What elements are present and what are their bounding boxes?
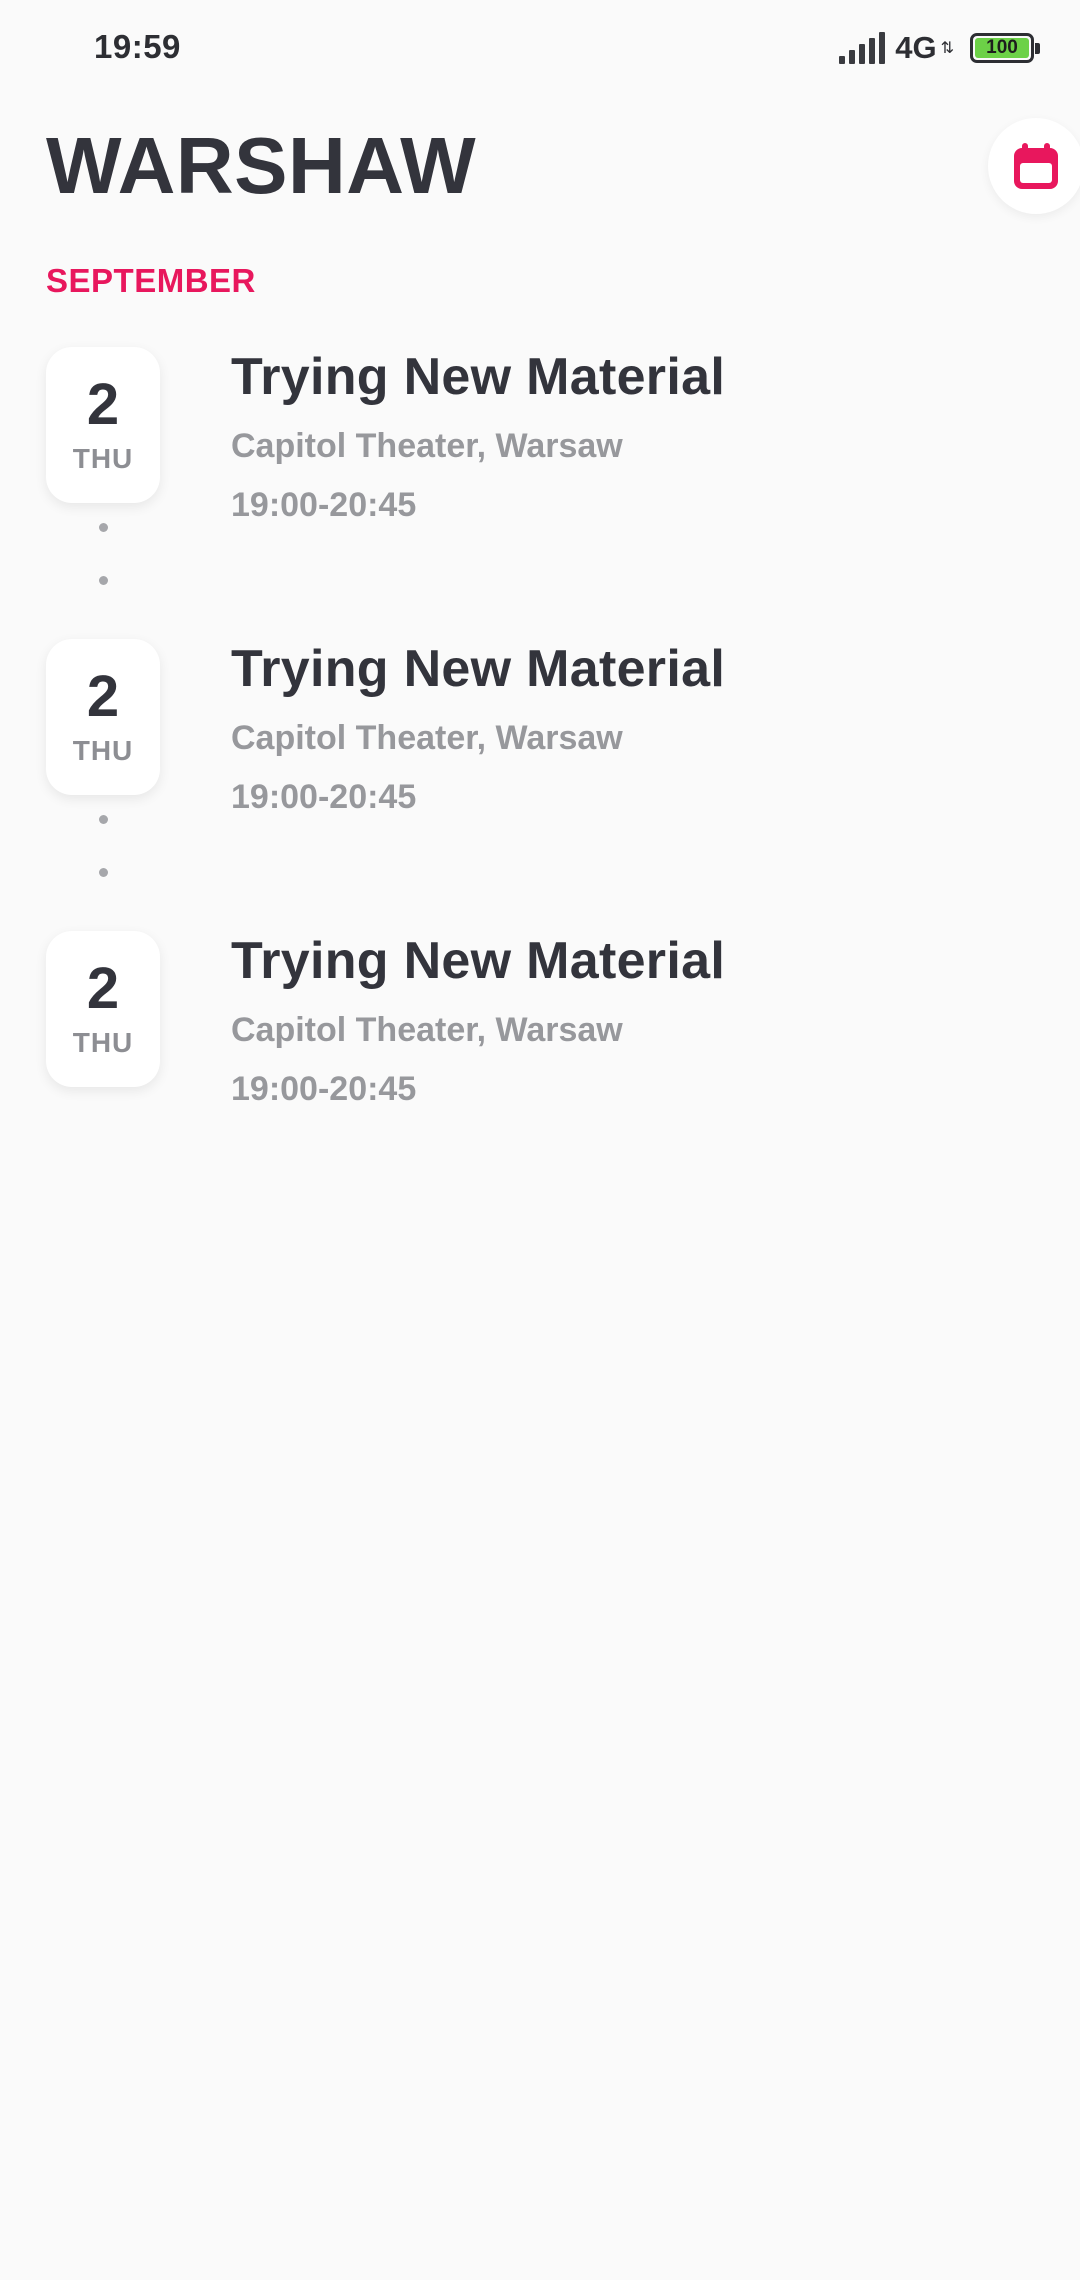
data-activity-icon: ⇅ [940, 40, 954, 57]
event-title: Trying New Material [231, 348, 726, 406]
event-item[interactable]: 2 THU Trying New Material Capitol Theate… [0, 639, 1080, 839]
signal-icon [839, 32, 886, 64]
battery-icon: 100 [970, 33, 1040, 63]
event-title: Trying New Material [231, 640, 726, 698]
event-weekday: THU [72, 443, 134, 474]
battery-level: 100 [986, 37, 1018, 58]
status-bar: 19:59 4G ⇅ 100 [0, 0, 1080, 96]
event-day: 2 [86, 664, 120, 729]
date-badge: 2 THU [46, 931, 160, 1087]
timeline-dot [99, 523, 108, 532]
event-venue: Capitol Theater, Warsaw [231, 427, 623, 465]
timeline-dot [99, 815, 108, 824]
date-badge: 2 THU [46, 347, 160, 503]
event-time: 19:00-20:45 [231, 778, 417, 816]
event-title: Trying New Material [231, 932, 726, 990]
timeline-dot [99, 576, 108, 585]
event-time: 19:00-20:45 [231, 1070, 417, 1108]
status-time: 19:59 [94, 28, 181, 65]
event-venue: Capitol Theater, Warsaw [231, 1011, 623, 1049]
month-label: SEPTEMBER [46, 262, 256, 299]
event-day: 2 [86, 956, 120, 1021]
status-indicators: 4G ⇅ 100 [839, 28, 1040, 68]
screen: 19:59 4G ⇅ 100 WARSHAW SEPTEMBER 2 THU T… [0, 0, 1080, 2280]
event-venue: Capitol Theater, Warsaw [231, 719, 623, 757]
event-weekday: THU [72, 1027, 134, 1058]
event-item[interactable]: 2 THU Trying New Material Capitol Theate… [0, 931, 1080, 1131]
date-badge: 2 THU [46, 639, 160, 795]
calendar-button[interactable] [988, 118, 1080, 214]
event-day: 2 [86, 372, 120, 437]
event-item[interactable]: 2 THU Trying New Material Capitol Theate… [0, 347, 1080, 547]
network-type: 4G [895, 30, 937, 65]
timeline-dot [99, 868, 108, 877]
calendar-icon [1014, 143, 1058, 189]
event-weekday: THU [72, 735, 134, 766]
event-time: 19:00-20:45 [231, 486, 417, 524]
page-title: WARSHAW [46, 121, 477, 210]
